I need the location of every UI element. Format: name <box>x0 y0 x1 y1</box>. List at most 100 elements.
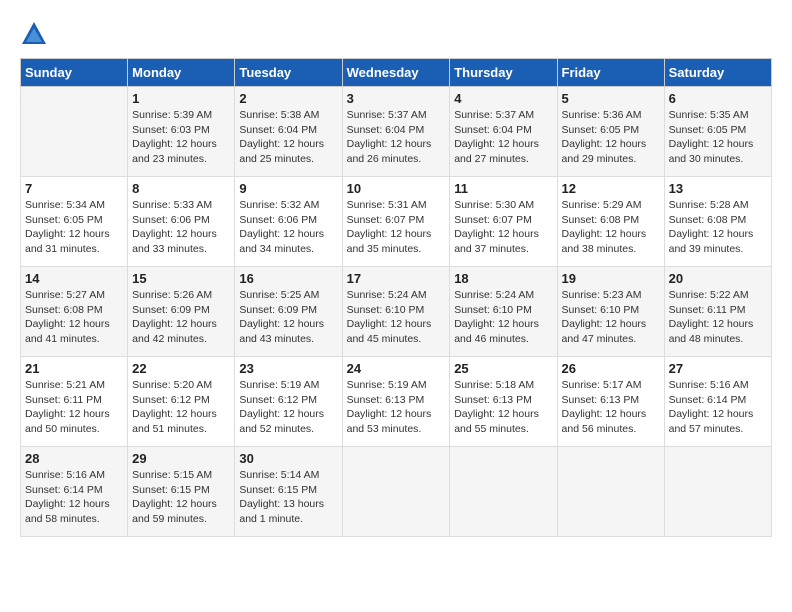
calendar-table: SundayMondayTuesdayWednesdayThursdayFrid… <box>20 58 772 537</box>
day-number: 20 <box>669 271 767 286</box>
calendar-cell <box>450 447 557 537</box>
calendar-cell <box>664 447 771 537</box>
day-detail: Sunrise: 5:26 AMSunset: 6:09 PMDaylight:… <box>132 288 230 347</box>
calendar-week-row: 28 Sunrise: 5:16 AMSunset: 6:14 PMDayligh… <box>21 447 772 537</box>
day-detail: Sunrise: 5:17 AMSunset: 6:13 PMDaylight:… <box>562 378 660 437</box>
day-number: 29 <box>132 451 230 466</box>
calendar-cell <box>21 87 128 177</box>
day-number: 21 <box>25 361 123 376</box>
day-number: 12 <box>562 181 660 196</box>
day-detail: Sunrise: 5:18 AMSunset: 6:13 PMDaylight:… <box>454 378 552 437</box>
calendar-cell: 19 Sunrise: 5:23 AMSunset: 6:10 PMDayligh… <box>557 267 664 357</box>
column-header-saturday: Saturday <box>664 59 771 87</box>
calendar-week-row: 1Sunrise: 5:39 AMSunset: 6:03 PMDaylight… <box>21 87 772 177</box>
day-number: 7 <box>25 181 123 196</box>
day-detail: Sunrise: 5:29 AMSunset: 6:08 PMDaylight:… <box>562 198 660 257</box>
day-number: 15 <box>132 271 230 286</box>
column-header-wednesday: Wednesday <box>342 59 450 87</box>
calendar-cell: 30 Sunrise: 5:14 AMSunset: 6:15 PMDayligh… <box>235 447 342 537</box>
calendar-week-row: 7 Sunrise: 5:34 AMSunset: 6:05 PMDaylight… <box>21 177 772 267</box>
calendar-cell: 13 Sunrise: 5:28 AMSunset: 6:08 PMDayligh… <box>664 177 771 267</box>
day-detail: Sunrise: 5:22 AMSunset: 6:11 PMDaylight:… <box>669 288 767 347</box>
day-detail: Sunrise: 5:19 AMSunset: 6:12 PMDaylight:… <box>239 378 337 437</box>
calendar-cell: 7 Sunrise: 5:34 AMSunset: 6:05 PMDaylight… <box>21 177 128 267</box>
calendar-cell: 22Sunrise: 5:20 AMSunset: 6:12 PMDayligh… <box>128 357 235 447</box>
day-detail: Sunrise: 5:35 AMSunset: 6:05 PMDaylight:… <box>669 108 767 167</box>
calendar-cell: 10 Sunrise: 5:31 AMSunset: 6:07 PMDayligh… <box>342 177 450 267</box>
day-number: 26 <box>562 361 660 376</box>
day-detail: Sunrise: 5:33 AMSunset: 6:06 PMDaylight:… <box>132 198 230 257</box>
calendar-cell: 3 Sunrise: 5:37 AMSunset: 6:04 PMDaylight… <box>342 87 450 177</box>
day-detail: Sunrise: 5:24 AMSunset: 6:10 PMDaylight:… <box>347 288 446 347</box>
calendar-cell <box>342 447 450 537</box>
calendar-week-row: 14 Sunrise: 5:27 AMSunset: 6:08 PMDayligh… <box>21 267 772 357</box>
day-detail: Sunrise: 5:21 AMSunset: 6:11 PMDaylight:… <box>25 378 123 437</box>
day-detail: Sunrise: 5:28 AMSunset: 6:08 PMDaylight:… <box>669 198 767 257</box>
calendar-cell: 11 Sunrise: 5:30 AMSunset: 6:07 PMDayligh… <box>450 177 557 267</box>
column-header-monday: Monday <box>128 59 235 87</box>
day-number: 22 <box>132 361 230 376</box>
day-detail: Sunrise: 5:16 AMSunset: 6:14 PMDaylight:… <box>25 468 123 527</box>
day-number: 18 <box>454 271 552 286</box>
day-detail: Sunrise: 5:34 AMSunset: 6:05 PMDaylight:… <box>25 198 123 257</box>
day-number: 28 <box>25 451 123 466</box>
day-number: 24 <box>347 361 446 376</box>
day-number: 25 <box>454 361 552 376</box>
day-number: 17 <box>347 271 446 286</box>
day-detail: Sunrise: 5:24 AMSunset: 6:10 PMDaylight:… <box>454 288 552 347</box>
day-number: 23 <box>239 361 337 376</box>
day-detail: Sunrise: 5:36 AMSunset: 6:05 PMDaylight:… <box>562 108 660 167</box>
day-detail: Sunrise: 5:16 AMSunset: 6:14 PMDaylight:… <box>669 378 767 437</box>
day-number: 19 <box>562 271 660 286</box>
day-detail: Sunrise: 5:25 AMSunset: 6:09 PMDaylight:… <box>239 288 337 347</box>
day-number: 13 <box>669 181 767 196</box>
calendar-cell: 12 Sunrise: 5:29 AMSunset: 6:08 PMDayligh… <box>557 177 664 267</box>
day-number: 11 <box>454 181 552 196</box>
day-detail: Sunrise: 5:37 AMSunset: 6:04 PMDaylight:… <box>454 108 552 167</box>
calendar-header-row: SundayMondayTuesdayWednesdayThursdayFrid… <box>21 59 772 87</box>
column-header-tuesday: Tuesday <box>235 59 342 87</box>
calendar-cell: 26 Sunrise: 5:17 AMSunset: 6:13 PMDayligh… <box>557 357 664 447</box>
day-number: 14 <box>25 271 123 286</box>
calendar-cell: 24Sunrise: 5:19 AMSunset: 6:13 PMDayligh… <box>342 357 450 447</box>
day-detail: Sunrise: 5:23 AMSunset: 6:10 PMDaylight:… <box>562 288 660 347</box>
day-number: 3 <box>347 91 446 106</box>
calendar-cell: 9Sunrise: 5:32 AMSunset: 6:06 PMDaylight… <box>235 177 342 267</box>
logo <box>20 20 52 48</box>
day-detail: Sunrise: 5:37 AMSunset: 6:04 PMDaylight:… <box>347 108 446 167</box>
day-detail: Sunrise: 5:14 AMSunset: 6:15 PMDaylight:… <box>239 468 337 527</box>
day-detail: Sunrise: 5:30 AMSunset: 6:07 PMDaylight:… <box>454 198 552 257</box>
day-detail: Sunrise: 5:15 AMSunset: 6:15 PMDaylight:… <box>132 468 230 527</box>
calendar-cell: 25 Sunrise: 5:18 AMSunset: 6:13 PMDayligh… <box>450 357 557 447</box>
day-number: 5 <box>562 91 660 106</box>
calendar-cell: 14 Sunrise: 5:27 AMSunset: 6:08 PMDayligh… <box>21 267 128 357</box>
day-number: 6 <box>669 91 767 106</box>
calendar-cell: 17 Sunrise: 5:24 AMSunset: 6:10 PMDayligh… <box>342 267 450 357</box>
calendar-cell: 15 Sunrise: 5:26 AMSunset: 6:09 PMDayligh… <box>128 267 235 357</box>
day-number: 30 <box>239 451 337 466</box>
day-detail: Sunrise: 5:31 AMSunset: 6:07 PMDaylight:… <box>347 198 446 257</box>
calendar-cell: 1Sunrise: 5:39 AMSunset: 6:03 PMDaylight… <box>128 87 235 177</box>
calendar-cell: 2Sunrise: 5:38 AMSunset: 6:04 PMDaylight… <box>235 87 342 177</box>
calendar-cell: 8 Sunrise: 5:33 AMSunset: 6:06 PMDaylight… <box>128 177 235 267</box>
day-detail: Sunrise: 5:27 AMSunset: 6:08 PMDaylight:… <box>25 288 123 347</box>
column-header-friday: Friday <box>557 59 664 87</box>
calendar-cell: 29 Sunrise: 5:15 AMSunset: 6:15 PMDayligh… <box>128 447 235 537</box>
day-detail: Sunrise: 5:32 AMSunset: 6:06 PMDaylight:… <box>239 198 337 257</box>
calendar-cell: 28 Sunrise: 5:16 AMSunset: 6:14 PMDayligh… <box>21 447 128 537</box>
day-number: 10 <box>347 181 446 196</box>
day-number: 4 <box>454 91 552 106</box>
day-detail: Sunrise: 5:39 AMSunset: 6:03 PMDaylight:… <box>132 108 230 167</box>
calendar-cell: 5 Sunrise: 5:36 AMSunset: 6:05 PMDaylight… <box>557 87 664 177</box>
column-header-sunday: Sunday <box>21 59 128 87</box>
calendar-cell <box>557 447 664 537</box>
calendar-cell: 20 Sunrise: 5:22 AMSunset: 6:11 PMDayligh… <box>664 267 771 357</box>
column-header-thursday: Thursday <box>450 59 557 87</box>
calendar-cell: 18 Sunrise: 5:24 AMSunset: 6:10 PMDayligh… <box>450 267 557 357</box>
calendar-cell: 23 Sunrise: 5:19 AMSunset: 6:12 PMDayligh… <box>235 357 342 447</box>
day-number: 27 <box>669 361 767 376</box>
calendar-cell: 16Sunrise: 5:25 AMSunset: 6:09 PMDayligh… <box>235 267 342 357</box>
day-number: 8 <box>132 181 230 196</box>
logo-icon <box>20 20 48 48</box>
day-number: 2 <box>239 91 337 106</box>
